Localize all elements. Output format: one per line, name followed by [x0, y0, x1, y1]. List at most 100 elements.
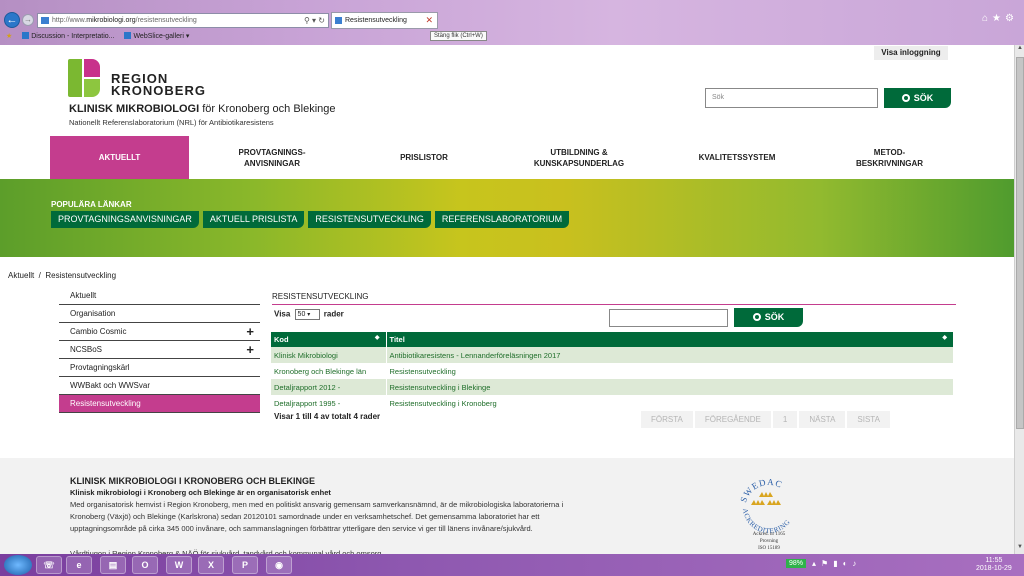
chevron-down-icon: ▾ [307, 312, 311, 318]
table-cell-link[interactable]: Resistensutveckling [386, 363, 953, 379]
vertical-scrollbar[interactable]: ▲ ▼ [1014, 45, 1024, 554]
swedac-text: SWEDAC [738, 477, 783, 504]
table-cell-link[interactable]: Kronoberg och Blekinge län [271, 363, 387, 379]
footer-subtitle: Klinisk mikrobiologi i Kronoberg och Ble… [70, 488, 331, 497]
tab-icon [335, 17, 342, 24]
search-button-label: SÖK [913, 93, 934, 103]
sidebar-item-label: Provtagningskärl [70, 363, 130, 372]
favorite-link[interactable]: Discussion - Interpretatio... [31, 33, 114, 40]
popular-link[interactable]: REFERENSLABORATORIUM [434, 211, 570, 228]
webslice-icon [124, 32, 132, 39]
sidebar-item-cambio-cosmic[interactable]: Cambio Cosmic + [59, 323, 260, 341]
rows-label: rader [323, 309, 344, 319]
battery-indicator[interactable]: 98% [786, 559, 807, 568]
browser-toolbar-icons[interactable]: ⌂★⚙ [982, 13, 1018, 24]
nav-item-aktuellt[interactable]: AKTUELLT [50, 136, 189, 179]
table-search-button[interactable]: SÖK [734, 308, 803, 327]
sidebar-item-label: NCSBoS [70, 345, 103, 354]
swedac-text: ISO 15189 [758, 546, 780, 551]
scroll-thumb[interactable] [1016, 57, 1024, 429]
internet-explorer-icon[interactable]: e [66, 556, 92, 574]
file-explorer-icon[interactable]: ▤ [100, 556, 126, 574]
clock-time: 11:55 [985, 557, 1003, 564]
system-tray-icons[interactable]: ▴⚑▮◐♪ [812, 559, 861, 568]
table-cell-link[interactable]: Detaljrapport 2012 - [271, 379, 387, 395]
word-icon[interactable]: W [166, 556, 192, 574]
swedac-text: ACKREDITERING [741, 508, 791, 535]
nav-item-utbildning[interactable]: UTBILDNING & KUNSKAPSUNDERLAG [493, 136, 665, 179]
sidebar-item-wwbakt[interactable]: WWBakt och WWSvar [59, 377, 260, 395]
table-cell-link[interactable]: Antibiotikaresistens - Lennanderföreläsn… [386, 347, 953, 363]
column-header-label: Kod [274, 335, 289, 344]
sidebar: Aktuellt Organisation Cambio Cosmic + NCS… [59, 287, 260, 413]
expand-plus-icon[interactable]: + [246, 323, 254, 341]
close-tab-icon[interactable]: ✕ [425, 13, 433, 28]
table-row: Kronoberg och Blekinge län Resistensutve… [271, 363, 953, 379]
powerpoint-icon[interactable]: P [232, 556, 258, 574]
nav-item-prislistor[interactable]: PRISLISTOR [355, 136, 493, 179]
login-button[interactable]: Visa inloggning [874, 46, 948, 60]
sort-icon[interactable]: ◆ [942, 334, 947, 341]
expand-plus-icon[interactable]: + [246, 341, 254, 359]
pager-next-button[interactable]: NÄSTA [799, 411, 846, 428]
page-icon [22, 32, 30, 39]
site-title-rest: för Kronoberg och Blekinge [199, 103, 336, 115]
site-subtitle: Nationellt Referenslaboratorium (NRL) fö… [69, 118, 274, 127]
sidebar-item-aktuellt[interactable]: Aktuellt [59, 287, 260, 305]
nav-item-kvalitetssystem[interactable]: KVALITETSSYSTEM [665, 136, 809, 179]
table-cell-link[interactable]: Detaljrapport 1995 - [271, 395, 387, 411]
forward-button[interactable]: → [22, 14, 34, 26]
page-length-select[interactable]: 50 ▾ [294, 309, 320, 320]
pager-page-button[interactable]: 1 [772, 411, 798, 428]
outlook-icon[interactable]: O [132, 556, 158, 574]
favorite-link[interactable]: WebSlice-galleri ▾ [133, 33, 189, 40]
nav-item-provtagningsanvisningar[interactable]: PROVTAGNINGS- ANVISNINGAR [189, 136, 355, 179]
address-bar[interactable]: http://www.mikrobiologi.org/resistensutv… [37, 13, 329, 28]
pager-first-button[interactable]: FÖRSTA [641, 411, 693, 428]
scroll-down-icon[interactable]: ▼ [1015, 544, 1024, 554]
sidebar-item-ncsbos[interactable]: NCSBoS + [59, 341, 260, 359]
logo-line: KRONOBERG [111, 83, 206, 98]
scroll-up-icon[interactable]: ▲ [1015, 45, 1024, 55]
column-header-kod[interactable]: Kod ◆ [271, 332, 387, 347]
excel-icon[interactable]: X [198, 556, 224, 574]
table-search-input[interactable] [609, 309, 728, 327]
tab-title: Resistensutveckling [345, 17, 407, 24]
breadcrumb[interactable]: Aktuellt / Resistensutveckling [8, 271, 116, 280]
app-icon[interactable]: ◉ [266, 556, 292, 574]
sort-icon[interactable]: ◆ [375, 334, 380, 341]
region-logo[interactable] [68, 59, 104, 97]
site-title-bold: KLINISK MIKROBIOLOGI [69, 103, 200, 115]
address-controls[interactable]: ⚲ ▾ ↻ [304, 14, 325, 27]
pager-last-button[interactable]: SISTA [847, 411, 890, 428]
table-cell-link[interactable]: Resistensutveckling i Kronoberg [386, 395, 953, 411]
popular-links: PROVTAGNINGSANVISNINGAR AKTUELL PRISLIST… [51, 211, 573, 228]
clock[interactable]: 11:55 2018-10-29 [976, 557, 1012, 573]
table-cell-link[interactable]: Klinisk Mikrobiologi [271, 347, 387, 363]
pager-previous-button[interactable]: FÖREGÅENDE [694, 411, 771, 428]
table-row: Klinisk Mikrobiologi Antibiotikaresisten… [271, 347, 953, 363]
search-button[interactable]: SÖK [884, 88, 951, 108]
pagination: FÖRSTA FÖREGÅENDE 1 NÄSTA SISTA [641, 411, 892, 428]
swedac-text: Ackred. nr 1165 [753, 532, 786, 537]
star-icon[interactable]: ★ [6, 33, 12, 40]
popular-link[interactable]: PROVTAGNINGSANVISNINGAR [51, 211, 199, 228]
column-header-label: Titel [389, 335, 405, 344]
browser-tab[interactable]: Resistensutveckling ✕ [331, 12, 438, 29]
back-button[interactable]: ← [4, 12, 20, 28]
search-icon [752, 313, 761, 321]
nav-item-metodbeskrivningar[interactable]: METOD- BESKRIVNINGAR [809, 136, 970, 179]
popular-link[interactable]: RESISTENSUTVECKLING [308, 211, 431, 228]
column-header-titel[interactable]: Titel ◆ [386, 332, 953, 347]
main-nav: AKTUELLT PROVTAGNINGS- ANVISNINGAR PRISL… [50, 136, 970, 179]
popular-link[interactable]: AKTUELL PRISLISTA [202, 211, 305, 228]
tooltip: Stäng flik (Ctrl+W) [430, 31, 487, 41]
sidebar-item-provtagningskarl[interactable]: Provtagningskärl [59, 359, 260, 377]
search-input[interactable]: Sök [705, 88, 878, 108]
sidebar-item-label: WWBakt och WWSvar [70, 381, 151, 390]
sidebar-item-resistensutveckling[interactable]: Resistensutveckling [59, 395, 260, 413]
start-button[interactable] [4, 555, 32, 575]
sidebar-item-organisation[interactable]: Organisation [59, 305, 260, 323]
phone-app-icon[interactable]: ☏ [36, 556, 62, 574]
table-cell-link[interactable]: Resistensutveckling i Blekinge [386, 379, 953, 395]
